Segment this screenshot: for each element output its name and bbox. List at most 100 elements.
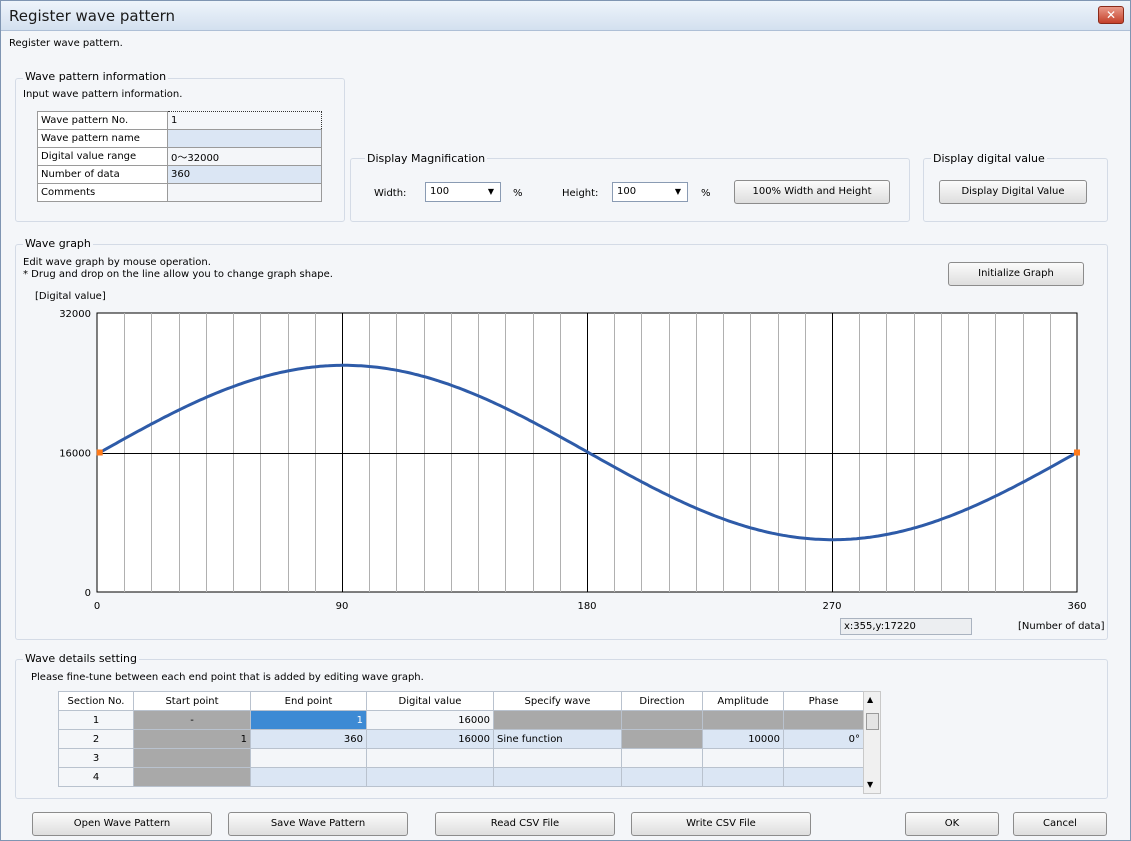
title-bar: Register wave pattern ✕ [1, 1, 1130, 31]
x-tick-label: 0 [94, 601, 100, 612]
height-select[interactable]: 100 ▼ [612, 182, 688, 202]
phase-cell [783, 710, 864, 730]
chevron-down-icon: ▼ [674, 187, 681, 196]
table-row[interactable]: 1 - 1 16000 [58, 710, 864, 730]
digital-value-cell[interactable]: 16000 [366, 729, 494, 749]
wave-pattern-no-field[interactable]: 1 [167, 111, 322, 130]
intro-text: Register wave pattern. [9, 38, 123, 49]
column-header: Start point [133, 691, 251, 711]
wave-pattern-name-field[interactable] [167, 129, 322, 148]
amplitude-cell[interactable] [702, 767, 784, 787]
info-label: Wave pattern No. [37, 111, 168, 130]
amplitude-cell [702, 710, 784, 730]
scroll-up-icon[interactable]: ▲ [867, 695, 873, 704]
start-point-cell [133, 748, 251, 768]
wave-graph-chart[interactable]: 0 16000 32000 0 90 180 270 360 [1, 301, 1131, 641]
register-wave-pattern-dialog: Register wave pattern ✕ Register wave pa… [0, 0, 1131, 841]
column-header: Section No. [58, 691, 134, 711]
digital-value-cell[interactable] [366, 748, 494, 768]
wave-pattern-info-hint: Input wave pattern information. [23, 89, 183, 100]
initialize-graph-button[interactable]: Initialize Graph [948, 262, 1084, 286]
section-no-cell: 4 [58, 767, 134, 787]
scroll-thumb[interactable] [866, 713, 879, 730]
coordinate-readout: x:355,y:17220 [840, 618, 972, 635]
read-csv-file-button[interactable]: Read CSV File [435, 812, 615, 836]
comments-field[interactable] [167, 183, 322, 202]
wave-details-table: Section No. Start point End point Digita… [58, 691, 864, 787]
wave-details-title: Wave details setting [23, 652, 139, 665]
info-label: Comments [37, 183, 168, 202]
table-row[interactable]: 4 [58, 767, 864, 787]
height-select-value: 100 [617, 186, 637, 197]
wave-graph-title: Wave graph [23, 237, 93, 250]
y-tick-label: 0 [85, 588, 91, 599]
digital-value-cell[interactable]: 16000 [366, 710, 494, 730]
ok-button[interactable]: OK [905, 812, 999, 836]
display-magnification-title: Display Magnification [365, 152, 488, 165]
start-point-cell [133, 767, 251, 787]
open-wave-pattern-button[interactable]: Open Wave Pattern [32, 812, 212, 836]
table-row[interactable]: 2 1 360 16000 Sine function 10000 0° [58, 729, 864, 749]
info-label: Digital value range [37, 147, 168, 166]
height-unit: % [701, 188, 711, 199]
cancel-button[interactable]: Cancel [1013, 812, 1107, 836]
table-row[interactable]: 3 [58, 748, 864, 768]
direction-cell[interactable] [621, 767, 703, 787]
y-tick-label: 32000 [59, 309, 91, 320]
chevron-down-icon: ▼ [487, 187, 494, 196]
x-tick-label: 180 [577, 601, 596, 612]
display-digital-value-button[interactable]: Display Digital Value [939, 180, 1087, 204]
table-scrollbar[interactable]: ▲ ▼ [863, 691, 881, 794]
phase-cell[interactable] [783, 767, 864, 787]
column-header: Direction [621, 691, 703, 711]
write-csv-file-button[interactable]: Write CSV File [631, 812, 811, 836]
specify-wave-cell [493, 710, 622, 730]
wave-pattern-info-table: Wave pattern No. 1 Wave pattern name Dig… [37, 111, 322, 202]
digital-value-cell[interactable] [366, 767, 494, 787]
info-label: Number of data [37, 165, 168, 184]
column-header: End point [250, 691, 367, 711]
y-tick-label: 16000 [59, 449, 91, 460]
start-point-cell: - [133, 710, 251, 730]
end-point-cell[interactable]: 1 [250, 710, 367, 730]
direction-cell [621, 710, 703, 730]
number-of-data-field: 360 [167, 165, 322, 184]
end-point-cell[interactable] [250, 767, 367, 787]
height-label: Height: [562, 188, 599, 199]
scroll-down-icon[interactable]: ▼ [867, 780, 873, 789]
end-point-cell[interactable]: 360 [250, 729, 367, 749]
wave-details-hint: Please fine-tune between each end point … [31, 672, 424, 683]
amplitude-cell[interactable] [702, 748, 784, 768]
column-header: Phase [783, 691, 864, 711]
wave-graph-hint: Edit wave graph by mouse operation. [23, 257, 211, 268]
column-header: Digital value [366, 691, 494, 711]
section-no-cell: 1 [58, 710, 134, 730]
end-point-handle[interactable] [1074, 449, 1080, 456]
specify-wave-cell[interactable] [493, 767, 622, 787]
amplitude-cell[interactable]: 10000 [702, 729, 784, 749]
window-title: Register wave pattern [9, 7, 175, 25]
width-select-value: 100 [430, 186, 450, 197]
direction-cell[interactable] [621, 748, 703, 768]
width-select[interactable]: 100 ▼ [425, 182, 501, 202]
direction-cell [621, 729, 703, 749]
x-axis-label: [Number of data] [1018, 621, 1105, 632]
column-header: Specify wave [493, 691, 622, 711]
x-tick-label: 90 [336, 601, 349, 612]
width-unit: % [513, 188, 523, 199]
specify-wave-cell[interactable]: Sine function [493, 729, 622, 749]
phase-cell[interactable]: 0° [783, 729, 864, 749]
end-point-handle[interactable] [96, 449, 103, 456]
save-wave-pattern-button[interactable]: Save Wave Pattern [228, 812, 408, 836]
width-label: Width: [374, 188, 407, 199]
info-label: Wave pattern name [37, 129, 168, 148]
end-point-cell[interactable] [250, 748, 367, 768]
phase-cell[interactable] [783, 748, 864, 768]
column-header: Amplitude [702, 691, 784, 711]
wave-pattern-info-title: Wave pattern information [23, 70, 169, 83]
close-button[interactable]: ✕ [1098, 6, 1124, 24]
reset-magnification-button[interactable]: 100% Width and Height [734, 180, 890, 204]
specify-wave-cell[interactable] [493, 748, 622, 768]
section-no-cell: 3 [58, 748, 134, 768]
x-tick-label: 360 [1067, 601, 1086, 612]
